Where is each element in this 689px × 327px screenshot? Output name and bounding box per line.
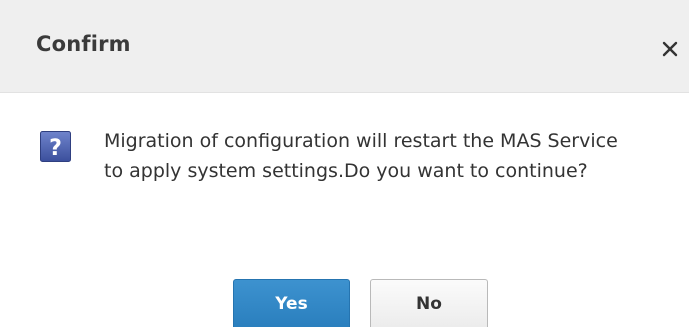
dialog-title: Confirm bbox=[36, 32, 131, 56]
no-button[interactable]: No bbox=[370, 279, 488, 327]
close-button[interactable] bbox=[657, 36, 683, 62]
confirm-dialog: Confirm ? Migration of configuration wil… bbox=[0, 0, 689, 327]
dialog-message: Migration of configuration will restart … bbox=[104, 130, 618, 182]
svg-text:?: ? bbox=[49, 136, 62, 161]
yes-button[interactable]: Yes bbox=[233, 279, 350, 327]
dialog-header: Confirm bbox=[0, 0, 689, 93]
question-icon: ? bbox=[40, 131, 71, 162]
close-icon bbox=[662, 41, 678, 57]
